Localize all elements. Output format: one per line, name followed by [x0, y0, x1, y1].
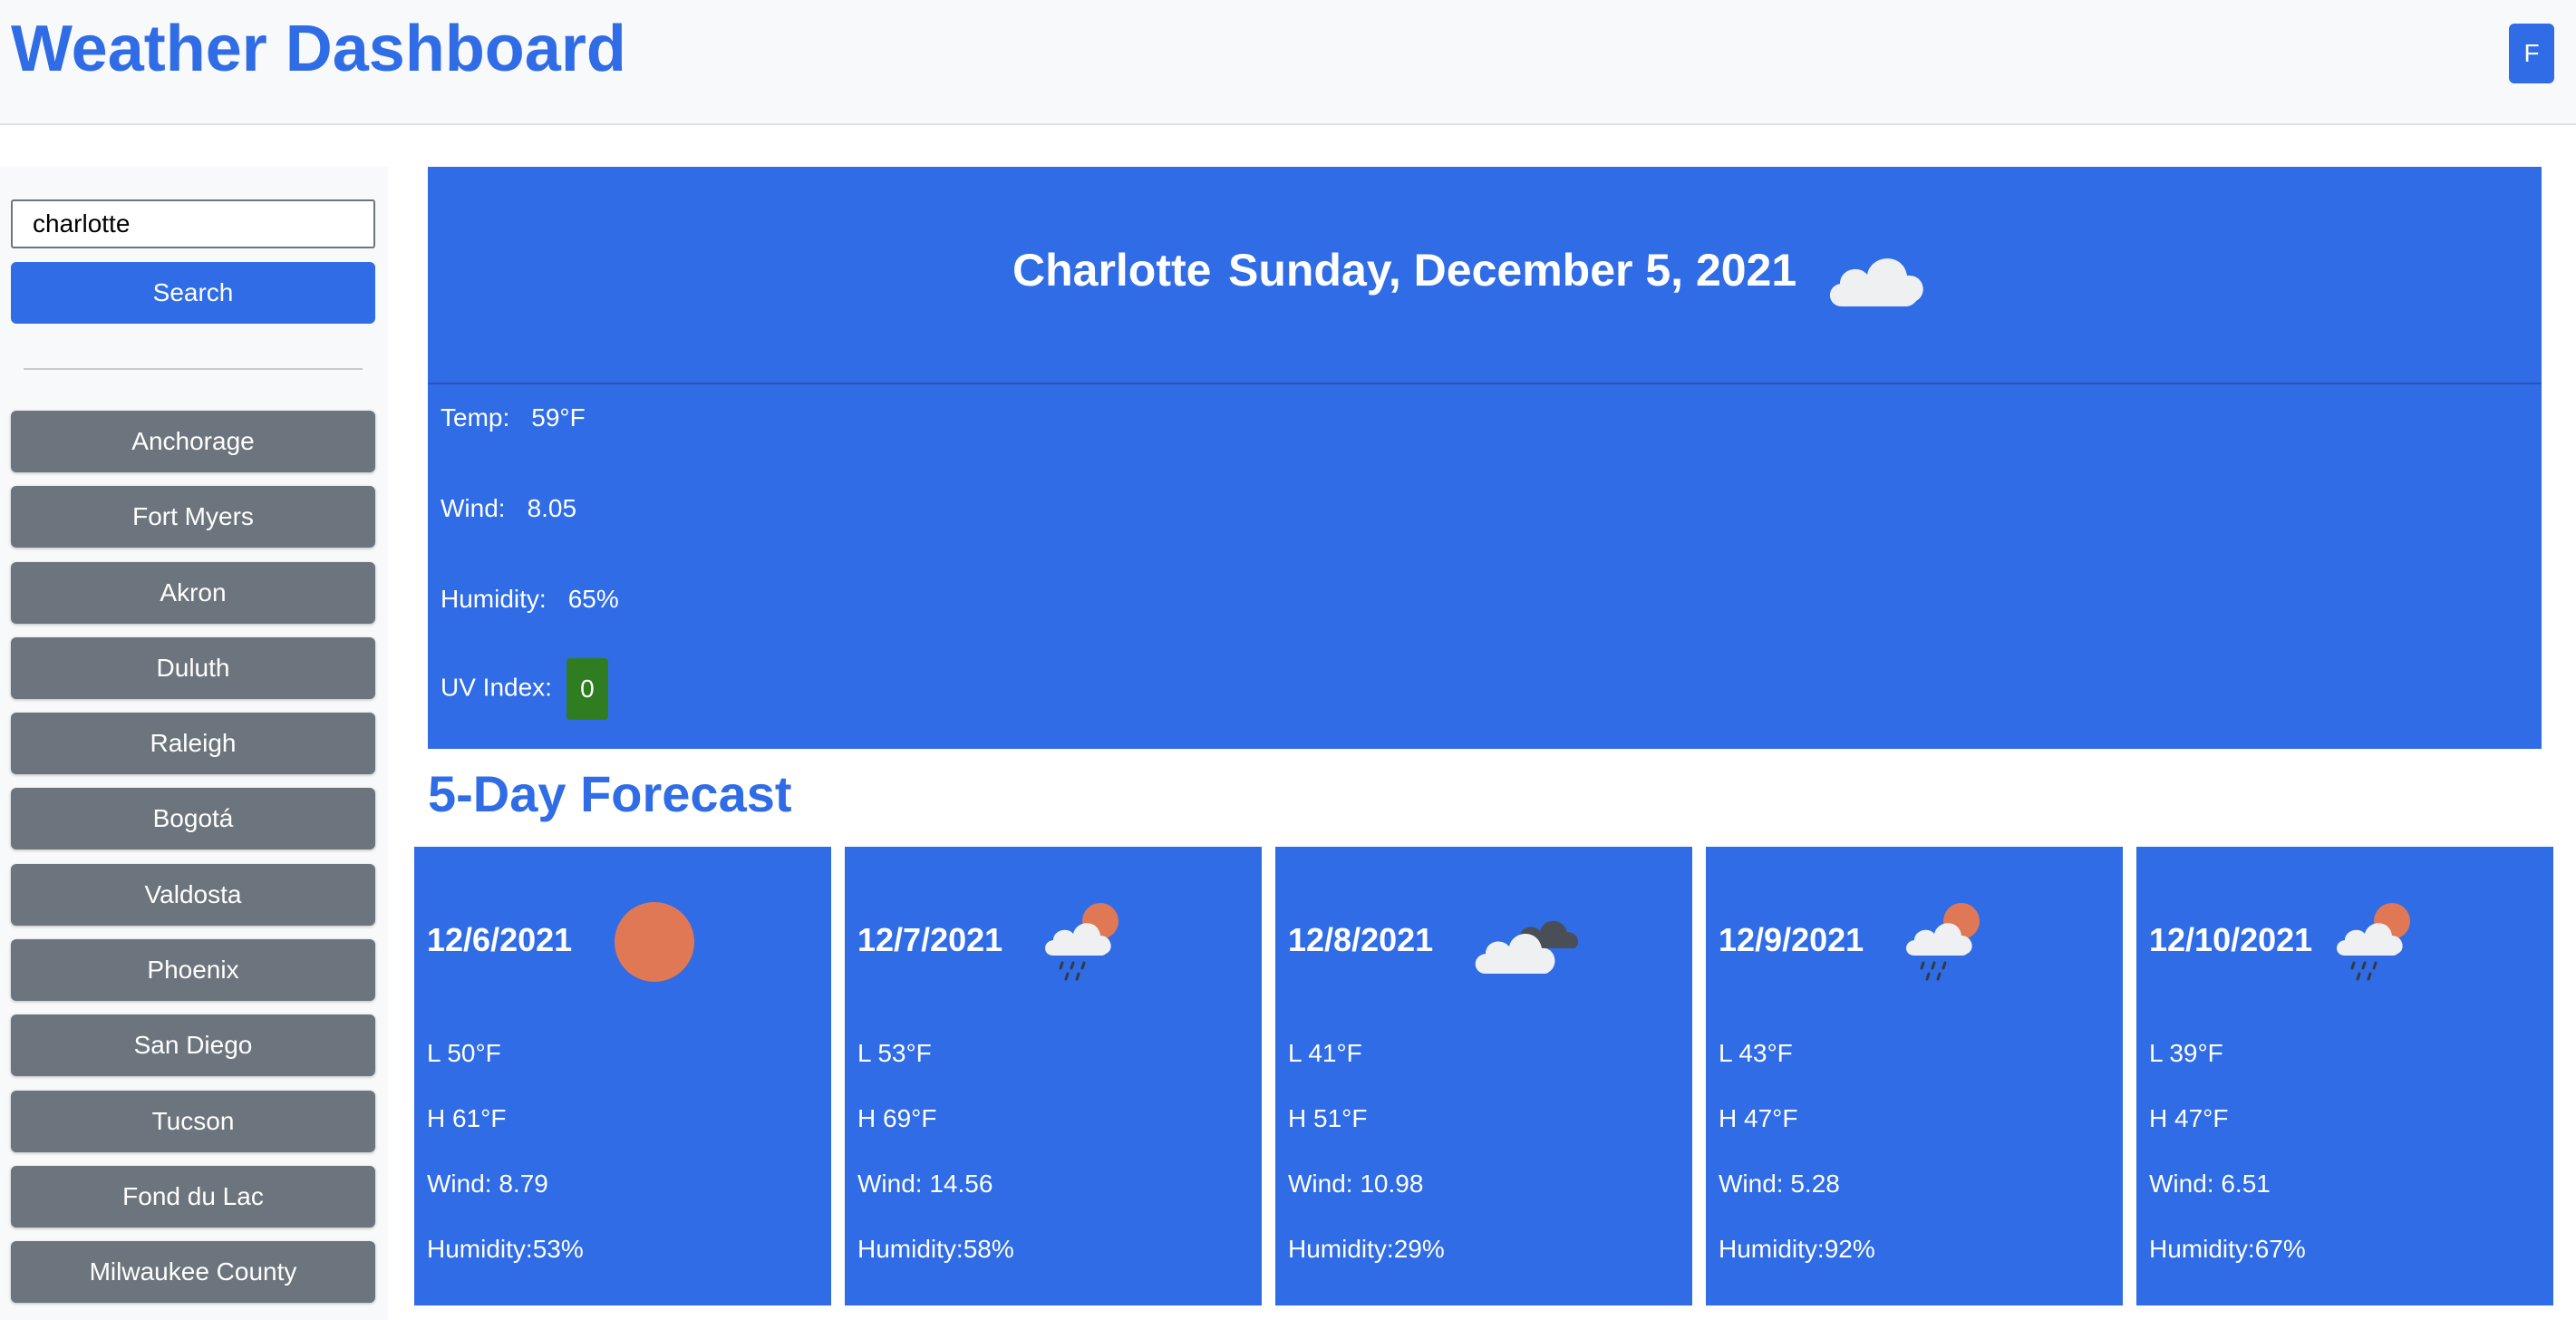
history-city-button[interactable]: Fond du Lac	[11, 1165, 375, 1228]
forecast-wind: Wind: 5.28	[1719, 1170, 1840, 1198]
forecast-date: 12/7/2021	[857, 921, 1003, 958]
forecast-wind: Wind: 6.51	[2149, 1170, 2271, 1198]
forecast-high: H 51°F	[1288, 1104, 1368, 1132]
rain-sun-icon	[1896, 892, 1996, 996]
temp-row: Temp: 59°F	[441, 400, 586, 436]
temp-label: Temp:	[441, 403, 510, 432]
history-city-button[interactable]: Milwaukee County	[11, 1241, 375, 1304]
forecast-wind: Wind: 14.56	[857, 1170, 993, 1198]
forecast-high: H 47°F	[1719, 1104, 1798, 1132]
forecast-card: 12/6/2021 L 50°F H 61°F Wind: 8.79 Humid…	[414, 847, 831, 1305]
temp-value: 59°F	[531, 403, 586, 432]
rain-sun-icon	[1035, 892, 1135, 996]
forecast-title: 5-Day Forecast	[428, 765, 792, 822]
humidity-value: 65%	[567, 585, 619, 613]
forecast-humidity: Humidity:92%	[1719, 1235, 1875, 1263]
uv-index-badge: 0	[566, 658, 608, 720]
forecast-humidity: Humidity:53%	[427, 1235, 584, 1263]
unit-toggle-button[interactable]: F	[2509, 24, 2554, 83]
current-weather-card: Charlotte Sunday, December 5, 2021 Temp:…	[428, 167, 2542, 749]
forecast-date: 12/10/2021	[2149, 921, 2313, 958]
forecast-low: L 43°F	[1719, 1039, 1793, 1067]
forecast-high: H 47°F	[2149, 1104, 2229, 1132]
history-city-button[interactable]: Fort Myers	[11, 486, 375, 548]
humidity-row: Humidity: 65%	[441, 581, 619, 617]
uv-row: UV Index: 0	[441, 658, 608, 720]
history-city-button[interactable]: San Diego	[11, 1014, 375, 1077]
sidebar: Search Anchorage Fort Myers Akron Duluth…	[0, 167, 388, 1320]
clouds-icon	[1466, 892, 1593, 996]
forecast-high: H 69°F	[857, 1104, 937, 1132]
history-city-button[interactable]: Duluth	[11, 636, 375, 699]
forecast-humidity: Humidity:29%	[1288, 1235, 1445, 1263]
forecast-card: 12/8/2021 L 41°F H 51°F Wind: 10.98 Humi…	[1275, 847, 1692, 1305]
sun-icon	[605, 892, 704, 996]
current-city-name: Charlotte	[1012, 245, 1212, 296]
forecast-humidity: Humidity:67%	[2149, 1235, 2306, 1263]
current-weather-header: Charlotte Sunday, December 5, 2021	[428, 167, 2542, 384]
wind-value: 8.05	[527, 494, 577, 522]
forecast-card: 12/9/2021 L 43°F H 47°F Wind: 5.28 Humid…	[1706, 847, 2123, 1305]
forecast-low: L 53°F	[857, 1039, 932, 1067]
forecast-humidity: Humidity:58%	[857, 1235, 1014, 1263]
forecast-date: 12/9/2021	[1719, 921, 1864, 958]
search-history-list: Anchorage Fort Myers Akron Duluth Raleig…	[11, 411, 375, 1317]
forecast-wind: Wind: 8.79	[427, 1170, 548, 1198]
header-bar: Weather Dashboard F	[0, 0, 2576, 125]
history-city-button[interactable]: Akron	[11, 561, 375, 624]
wind-row: Wind: 8.05	[441, 490, 576, 527]
humidity-label: Humidity:	[441, 585, 547, 613]
history-city-button[interactable]: Phoenix	[11, 939, 375, 1002]
forecast-card: 12/10/2021 L 39°F H 47°F Wind: 6.51 Humi…	[2136, 847, 2553, 1305]
history-city-button[interactable]: Bogotá	[11, 788, 375, 850]
rain-sun-icon	[2327, 892, 2426, 996]
forecast-wind: Wind: 10.98	[1288, 1170, 1424, 1198]
history-city-button[interactable]: Raleigh	[11, 713, 375, 775]
forecast-low: L 50°F	[427, 1039, 501, 1067]
current-date: Sunday, December 5, 2021	[1228, 245, 1797, 296]
history-city-button[interactable]: Tucson	[11, 1090, 375, 1152]
search-input[interactable]	[11, 199, 375, 248]
forecast-date: 12/8/2021	[1288, 921, 1434, 958]
sidebar-divider	[24, 368, 363, 370]
cloud-icon	[1822, 241, 1931, 318]
forecast-low: L 39°F	[2149, 1039, 2223, 1067]
forecast-low: L 41°F	[1288, 1039, 1362, 1067]
forecast-card: 12/7/2021 L 53°F H 69°F Wind: 14.56 Humi…	[845, 847, 1262, 1305]
wind-label: Wind:	[441, 494, 506, 522]
search-button[interactable]: Search	[11, 262, 375, 324]
history-city-button[interactable]: Anchorage	[11, 411, 375, 472]
forecast-date: 12/6/2021	[427, 921, 573, 958]
history-city-button[interactable]: Valdosta	[11, 863, 375, 926]
uv-label: UV Index:	[441, 673, 552, 702]
forecast-high: H 61°F	[427, 1104, 507, 1132]
app-title: Weather Dashboard	[11, 13, 626, 85]
